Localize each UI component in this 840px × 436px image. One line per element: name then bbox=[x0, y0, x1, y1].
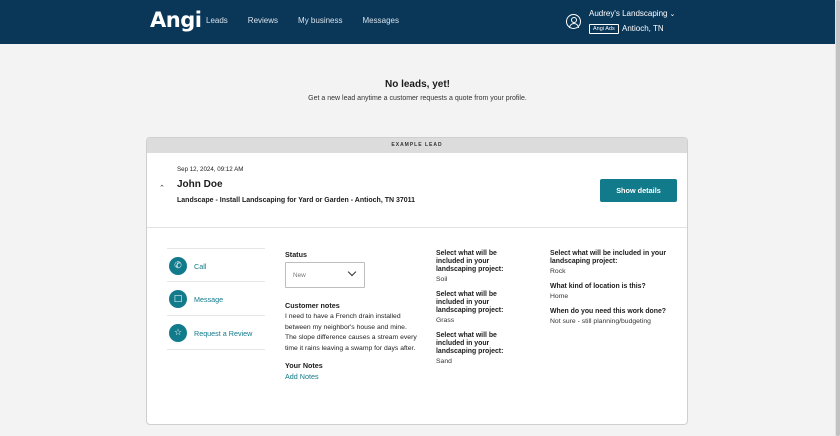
status-select[interactable]: New bbox=[285, 262, 365, 288]
nav-reviews[interactable]: Reviews bbox=[248, 16, 278, 25]
qa-answer: Sand bbox=[436, 358, 452, 365]
main-nav: Leads Reviews My business Messages bbox=[206, 16, 399, 25]
qa-question: When do you need this work done? bbox=[550, 308, 666, 315]
account-menu[interactable]: Audrey's Landscaping ⌄ Angi Ads Antioch, … bbox=[566, 9, 676, 37]
qa-question: Select what will be included in your lan… bbox=[436, 250, 504, 273]
business-name: Audrey's Landscaping bbox=[589, 9, 668, 18]
message-action[interactable]: □ Message bbox=[167, 282, 265, 316]
request-review-action[interactable]: ☆ Request a Review bbox=[167, 316, 265, 350]
nav-my-business[interactable]: My business bbox=[298, 16, 342, 25]
status-label: Status bbox=[285, 250, 307, 259]
qa-answer: Grass bbox=[436, 317, 455, 324]
lead-date: Sep 12, 2024, 09:12 AM bbox=[177, 166, 244, 173]
lead-customer-name: John Doe bbox=[177, 179, 223, 190]
customer-notes-label: Customer notes bbox=[285, 301, 340, 310]
qa-item: Select what will be included in your lan… bbox=[436, 291, 526, 324]
lead-service-description: Landscape - Install Landscaping for Yard… bbox=[177, 197, 416, 204]
qa-answer: Not sure - still planning/budgeting bbox=[550, 318, 651, 325]
qa-item: What kind of location is this? Home bbox=[550, 283, 680, 300]
angi-ads-badge: Angi Ads bbox=[589, 24, 619, 34]
lead-header: Sep 12, 2024, 09:12 AM ⌃ John Doe Landsc… bbox=[147, 153, 687, 228]
scrollbar-thumb[interactable] bbox=[835, 0, 840, 436]
phone-icon: ✆ bbox=[169, 257, 187, 275]
customer-notes-text: I need to have a French drain installed … bbox=[285, 313, 417, 352]
chat-icon: □ bbox=[169, 290, 187, 308]
lead-actions: ✆ Call □ Message ☆ Request a Review bbox=[167, 248, 265, 350]
qa-item: Select what will be included in your lan… bbox=[436, 250, 526, 283]
example-lead-card: EXAMPLE LEAD Sep 12, 2024, 09:12 AM ⌃ Jo… bbox=[146, 137, 688, 425]
message-label: Message bbox=[194, 295, 224, 304]
qa-question: Select what will be included in your lan… bbox=[436, 291, 504, 314]
qa-question: Select what will be included in your lan… bbox=[436, 332, 504, 355]
project-details-left: Select what will be included in your lan… bbox=[436, 250, 526, 373]
qa-item: Select what will be included in your lan… bbox=[436, 332, 526, 365]
qa-question: Select what will be included in your lan… bbox=[550, 250, 667, 265]
call-label: Call bbox=[194, 262, 207, 271]
qa-question: What kind of location is this? bbox=[550, 283, 646, 290]
qa-item: Select what will be included in your lan… bbox=[550, 250, 680, 275]
top-navigation-bar: Angi Leads Reviews My business Messages … bbox=[0, 0, 835, 44]
lead-status-notes: Status New Customer notes I need to have… bbox=[285, 250, 417, 381]
page-scrollbar[interactable] bbox=[835, 0, 840, 436]
angi-logo[interactable]: Angi bbox=[150, 8, 202, 32]
qa-answer: Soil bbox=[436, 276, 448, 283]
request-review-label: Request a Review bbox=[194, 329, 253, 338]
chevron-down-icon: ⌄ bbox=[669, 11, 676, 18]
user-avatar-icon bbox=[566, 14, 581, 29]
business-location: Antioch, TN bbox=[622, 24, 664, 33]
empty-state-subtitle: Get a new lead anytime a customer reques… bbox=[308, 95, 527, 102]
empty-state-title: No leads, yet! bbox=[384, 79, 451, 90]
project-details-right: Select what will be included in your lan… bbox=[550, 250, 680, 333]
qa-item: When do you need this work done? Not sur… bbox=[550, 308, 680, 325]
example-lead-banner: EXAMPLE LEAD bbox=[147, 138, 687, 153]
qa-answer: Rock bbox=[550, 268, 566, 275]
add-notes-link[interactable]: Add Notes bbox=[285, 372, 417, 381]
nav-messages[interactable]: Messages bbox=[363, 16, 399, 25]
call-action[interactable]: ✆ Call bbox=[167, 248, 265, 282]
your-notes-label: Your Notes bbox=[285, 361, 323, 370]
qa-answer: Home bbox=[550, 293, 569, 300]
status-value: New bbox=[293, 272, 306, 279]
nav-leads[interactable]: Leads bbox=[206, 16, 228, 25]
star-icon: ☆ bbox=[169, 324, 187, 342]
collapse-chevron-icon[interactable]: ⌃ bbox=[159, 184, 165, 192]
chevron-down-icon bbox=[347, 267, 357, 277]
show-details-button[interactable]: Show details bbox=[600, 179, 677, 202]
